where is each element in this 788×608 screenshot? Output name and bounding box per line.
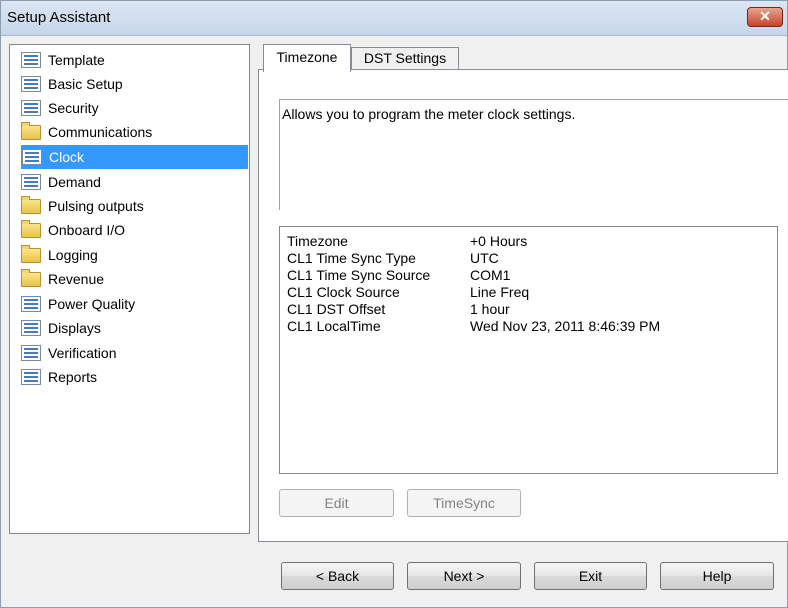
tree-item-label: Power Quality [48,296,136,312]
tree-item-power-quality[interactable]: Power Quality [20,292,248,316]
tree-item-displays[interactable]: Displays [20,316,248,340]
close-icon: ✕ [759,8,771,24]
back-button[interactable]: < Back [281,562,394,590]
exit-button[interactable]: Exit [534,562,647,590]
tree-item-label: Communications [48,124,153,140]
description-box: Allows you to program the meter clock se… [279,99,788,210]
close-button[interactable]: ✕ [747,7,783,27]
document-icon [22,149,42,165]
tree-item-reports[interactable]: Reports [20,365,248,389]
tree-item-label: Logging [48,247,98,263]
setting-name: CL1 DST Offset [287,301,386,317]
tree-item-label: Revenue [48,271,105,287]
tree-item-label: Demand [48,174,101,190]
tree-item-basic-setup[interactable]: Basic Setup [20,72,248,96]
tab-label: Timezone [276,49,338,65]
tree-item-label: Template [48,52,105,68]
tree-item-onboard-io[interactable]: Onboard I/O [20,218,248,242]
document-icon [21,76,41,92]
setting-value: Line Freq [470,284,530,300]
setup-tree[interactable]: Template Basic Setup Security Communicat… [9,44,250,534]
folder-icon [21,121,41,140]
tree-item-pulsing-outputs[interactable]: Pulsing outputs [20,194,248,218]
tree-item-demand[interactable]: Demand [20,170,248,194]
setting-name: CL1 Time Sync Type [287,250,416,266]
tab-timezone[interactable]: Timezone [263,44,351,72]
tree-item-label: Onboard I/O [48,222,126,238]
document-icon [21,296,41,312]
folder-icon [21,268,41,287]
tree-item-label: Displays [48,320,101,336]
setting-name: CL1 LocalTime [287,318,381,334]
document-icon [21,100,41,116]
tree-item-clock[interactable]: Clock [21,145,248,169]
tree-item-label: Basic Setup [48,76,123,92]
tree-item-label: Reports [48,369,98,385]
next-button[interactable]: Next > [407,562,521,590]
tab-dst-settings[interactable]: DST Settings [351,47,459,70]
setting-name: CL1 Clock Source [287,284,400,300]
setting-value: Wed Nov 23, 2011 8:46:39 PM [470,318,661,334]
description-text: Allows you to program the meter clock se… [282,106,576,122]
title-bar: Setup Assistant ✕ [1,1,787,36]
document-icon [21,369,41,385]
folder-icon [21,219,41,238]
folder-icon [21,244,41,263]
timesync-button[interactable]: TimeSync [407,489,521,517]
document-icon [21,320,41,336]
help-button[interactable]: Help [660,562,774,590]
setup-assistant-window: Setup Assistant ✕ Template Basic Setup S… [0,0,788,608]
setting-name: Timezone [287,233,348,249]
tree-item-label: Clock [46,148,88,166]
tree-item-revenue[interactable]: Revenue [20,267,248,291]
setting-value: UTC [470,250,499,266]
tab-label: DST Settings [363,50,447,66]
edit-button[interactable]: Edit [279,489,394,517]
window-title: Setup Assistant [7,9,111,26]
tree-item-label: Verification [48,345,117,361]
tree-item-label: Pulsing outputs [48,198,144,214]
tree-item-label: Security [48,100,99,116]
document-icon [21,174,41,190]
setting-value: 1 hour [470,301,510,317]
folder-icon [21,195,41,214]
document-icon [21,345,41,361]
tree-item-template[interactable]: Template [20,48,248,72]
settings-list[interactable]: Timezone +0 Hours CL1 Time Sync Type UTC… [279,226,778,474]
setting-value: COM1 [470,267,511,283]
setting-name: CL1 Time Sync Source [287,267,431,283]
tree-item-logging[interactable]: Logging [20,243,248,267]
tree-item-security[interactable]: Security [20,96,248,120]
tree-item-communications[interactable]: Communications [20,120,248,144]
tree-item-verification[interactable]: Verification [20,341,248,365]
document-icon [21,52,41,68]
setting-value: +0 Hours [470,233,528,249]
